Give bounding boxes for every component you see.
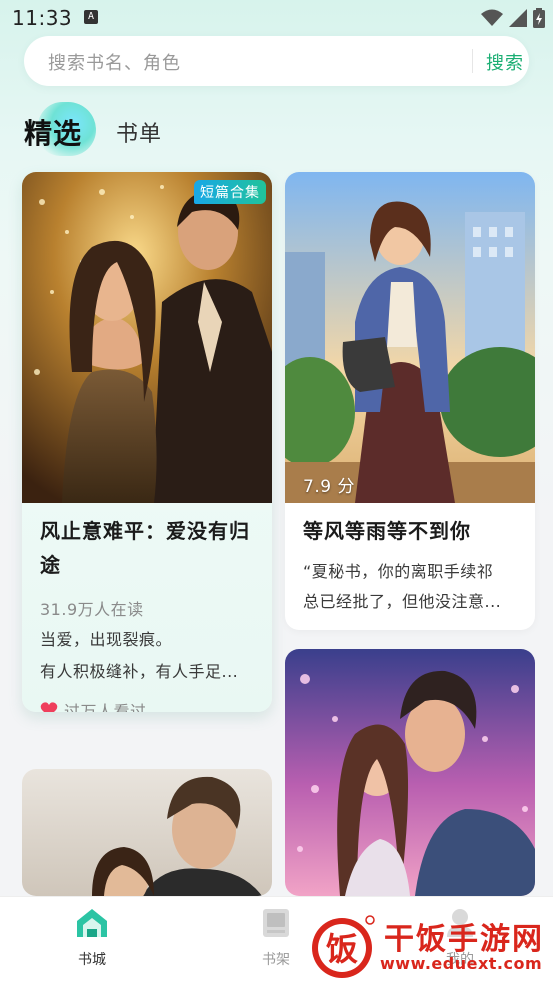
nav-bookstore-label: 书城 <box>78 952 106 968</box>
watermark-logo-icon: 饭 <box>312 915 375 978</box>
book-readers: 31.9万人在读 <box>40 600 144 619</box>
search-divider <box>472 49 473 73</box>
book-badge: 短篇合集 <box>194 180 266 204</box>
book-title: 风止意难平：爱没有归 <box>40 519 250 543</box>
book-cover-4 <box>285 649 535 896</box>
nav-bookstore[interactable]: 书城 <box>62 907 122 969</box>
book-card-4[interactable] <box>285 649 535 896</box>
book-cover-2 <box>285 172 535 503</box>
book-desc-line1: “夏秘书，你的离职手续祁 <box>303 562 494 581</box>
book-seen-label: 过万人看过 <box>64 702 147 712</box>
book-card-2[interactable]: 7.9 分 等风等雨等不到你 “夏秘书，你的离职手续祁 总已经批了，但他没注意.… <box>285 172 535 630</box>
book-card-3[interactable] <box>22 769 272 896</box>
home-icon <box>77 909 107 937</box>
book-cover-1 <box>22 172 272 503</box>
battery-icon <box>533 8 545 28</box>
search-bar[interactable]: 搜索书名、角色 搜索 <box>24 36 529 86</box>
bookshelf-icon <box>263 909 289 937</box>
search-button[interactable]: 搜索 <box>486 49 524 75</box>
watermark-logo-char: 饭 <box>326 930 358 968</box>
search-input[interactable]: 搜索书名、角色 <box>48 49 181 75</box>
watermark-url: www.eduext.com <box>380 954 543 973</box>
status-time: 11:33 <box>12 6 73 30</box>
nav-bookshelf-label: 书架 <box>262 952 290 968</box>
heart-icon <box>40 702 58 712</box>
book-card-1[interactable]: 短篇合集 风止意难平：爱没有归 途 31.9万人在读 当爱，出现裂痕。 有人积极… <box>22 172 272 712</box>
book-score: 7.9 分 <box>303 477 355 497</box>
book-cover-3 <box>22 769 272 896</box>
nav-bookshelf[interactable]: 书架 <box>246 907 306 969</box>
tab-booklist[interactable]: 书单 <box>116 116 162 148</box>
notification-icon: A <box>84 10 98 24</box>
watermark-text: 干饭手游网 <box>384 922 544 957</box>
book-desc-line2: 总已经批了，但他没注意... <box>303 592 502 611</box>
status-bar: 11:33 A <box>0 0 553 36</box>
status-icons <box>481 6 545 30</box>
book-desc-line2: 有人积极缝补，有人手足... <box>40 662 239 681</box>
signal-icon <box>509 9 527 27</box>
book-title: 等风等雨等不到你 <box>303 519 471 543</box>
site-watermark: 饭 干饭手游网 www.eduext.com <box>308 912 544 980</box>
wifi-icon <box>481 9 503 26</box>
tab-featured[interactable]: 精选 <box>24 112 82 152</box>
book-title-continued: 途 <box>40 553 61 577</box>
book-seen: 过万人看过 <box>40 698 147 712</box>
book-desc-line1: 当爱，出现裂痕。 <box>40 630 173 649</box>
